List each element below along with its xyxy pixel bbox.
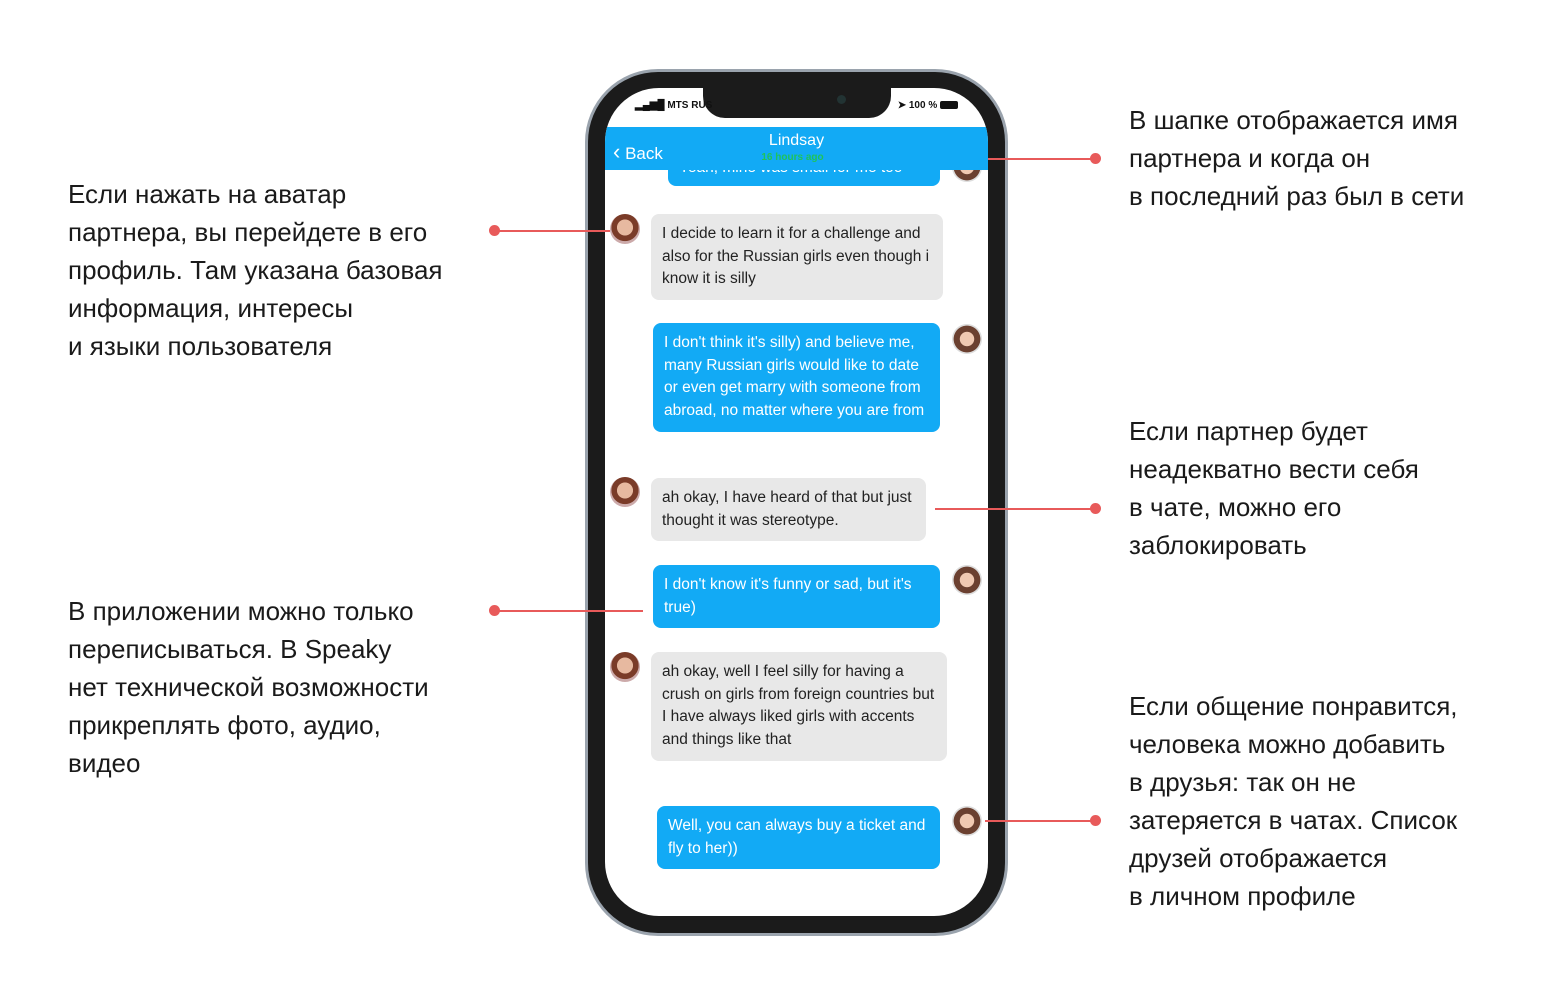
pointer-dot (1090, 153, 1101, 164)
annotation-friends: Если общение понравится, человека можно … (1129, 691, 1458, 911)
annotation-block: Если партнер будет неадекватно вести себ… (1129, 416, 1419, 560)
battery-icon (940, 101, 958, 110)
message-bubble: Well, you can always buy a ticket and fl… (657, 806, 940, 870)
pointer-dot (489, 225, 500, 236)
last-seen: 16 hours ago (761, 152, 824, 163)
partner-name[interactable]: Lindsay (605, 132, 988, 150)
partner-avatar[interactable] (610, 652, 640, 682)
pointer-dot (1090, 503, 1101, 514)
phone-screen: ▂▄▆█ MTS RUS ➤ 100 % ‹ Back Lindsay 16 h… (605, 88, 988, 916)
notch (703, 88, 891, 118)
message-bubble: ah okay, I have heard of that but just t… (651, 478, 926, 542)
pointer-dot (489, 605, 500, 616)
annotation-avatar: Если нажать на аватар партнера, вы перей… (68, 179, 443, 361)
my-avatar[interactable] (952, 565, 982, 595)
carrier: ▂▄▆█ MTS RUS (635, 100, 713, 111)
message-bubble: I don't know it's funny or sad, but it's… (653, 565, 940, 629)
chat-header: ‹ Back Lindsay 16 hours ago (605, 127, 988, 170)
message-bubble: ah okay, well I feel silly for having a … (651, 652, 947, 761)
camera-icon (837, 95, 846, 104)
my-avatar[interactable] (952, 324, 982, 354)
my-avatar[interactable] (952, 806, 982, 836)
pointer-line (935, 508, 1095, 510)
pointer-line (985, 820, 1095, 822)
partner-avatar[interactable] (610, 214, 640, 244)
annotation-header: В шапке отображается имя партнера и когд… (1129, 105, 1465, 211)
pointer-line (495, 230, 610, 232)
pointer-dot (1090, 815, 1101, 826)
message-bubble: I don't think it's silly) and believe me… (653, 323, 940, 432)
partner-avatar[interactable] (610, 477, 640, 507)
battery: ➤ 100 % (898, 100, 958, 111)
pointer-line (495, 610, 643, 612)
message-bubble: I decide to learn it for a challenge and… (651, 214, 943, 301)
carrier-label: MTS RUS (667, 100, 713, 111)
battery-label: 100 % (908, 100, 938, 111)
annotation-text-only: В приложении можно только переписываться… (68, 596, 429, 778)
